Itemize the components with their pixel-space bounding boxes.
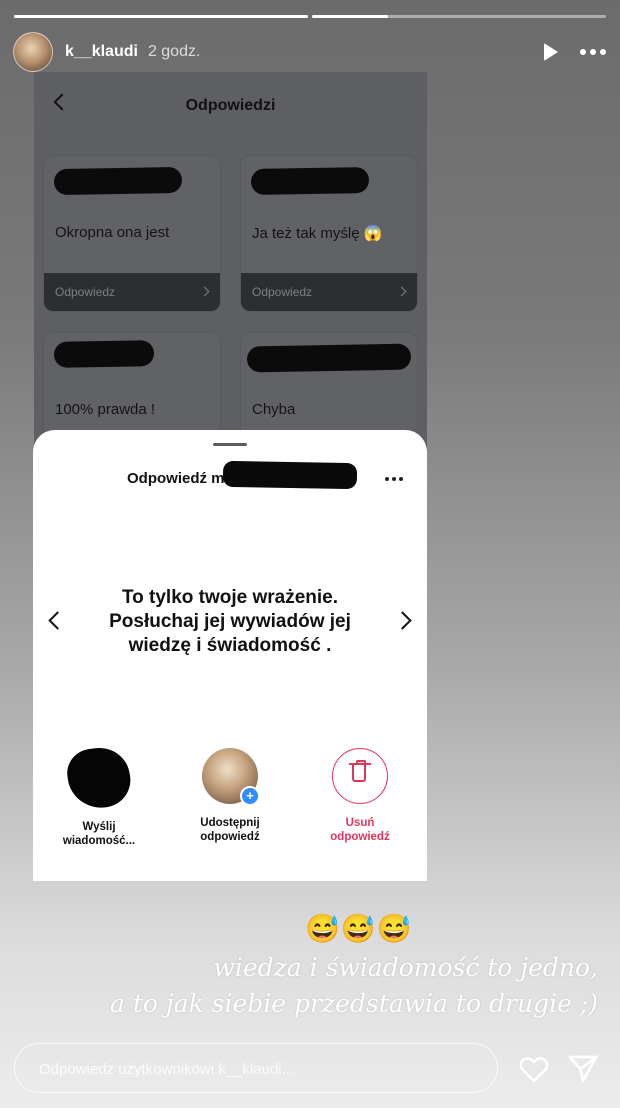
sheet-title: Odpowiedź m xyxy=(127,470,225,487)
story-progress-2 xyxy=(312,15,606,18)
story-time: 2 godz. xyxy=(147,43,201,60)
chevron-right-icon[interactable] xyxy=(393,611,412,630)
redaction-scribble xyxy=(53,340,155,368)
reply-text: Okropna ona jest xyxy=(55,224,170,241)
delete-reply-label-1: Usuń xyxy=(345,817,375,829)
reply-card: Ja też tak myślę 😱 Odpowiedz xyxy=(240,155,418,312)
share-reply-label-1: Udostępnij xyxy=(200,817,260,829)
sheet-grabber[interactable] xyxy=(213,443,247,446)
share-reply-button[interactable]: + Udostępnij odpowiedź xyxy=(170,748,290,844)
question-text: To tylko twoje wrażenie. Posłuchaj jej w… xyxy=(109,587,351,656)
reply-footer: Odpowiedz xyxy=(241,273,417,311)
send-message-button[interactable]: Wyślij wiadomość... xyxy=(39,743,159,848)
delete-reply-button[interactable]: Usuń odpowiedź xyxy=(300,748,420,844)
reply-card: Okropna ona jest Odpowiedz xyxy=(43,155,221,312)
trash-icon xyxy=(332,748,388,804)
more-icon[interactable] xyxy=(580,49,606,55)
redaction-scribble xyxy=(53,166,183,196)
story-caption: wiedza i świadomość to jedno, a to jak s… xyxy=(110,950,598,1022)
plus-icon: + xyxy=(240,786,260,806)
screenshot-replies: Odpowiedzi Okropna ona jest Odpowiedz Ja… xyxy=(34,72,427,464)
user-avatar[interactable] xyxy=(13,32,53,72)
user-avatar: + xyxy=(202,748,260,806)
reply-input[interactable] xyxy=(37,1044,471,1094)
chevron-left-icon[interactable] xyxy=(48,611,67,630)
play-icon[interactable] xyxy=(544,43,558,61)
heart-icon[interactable] xyxy=(519,1055,549,1083)
reply-sheet: Odpowiedź m To tylko twoje wrażenie. Pos… xyxy=(33,430,427,881)
redaction-scribble xyxy=(222,460,358,490)
reply-footer-label: Odpowiedz xyxy=(252,285,313,299)
caption-line-2: a to jak siebie przedstawia to drugie ;) xyxy=(110,989,598,1018)
reply-field[interactable] xyxy=(14,1043,498,1094)
redaction-scribble xyxy=(250,166,370,196)
reply-text: 100% prawda ! xyxy=(55,401,156,418)
chevron-right-icon xyxy=(199,286,210,297)
reply-text: Chyba xyxy=(252,401,296,418)
story-header: k__klaudi 2 godz. xyxy=(13,32,606,72)
send-message-label-1: Wyślij xyxy=(82,821,116,833)
reply-footer: Odpowiedz xyxy=(44,273,220,311)
more-icon[interactable] xyxy=(385,477,403,481)
send-message-label-2: wiadomość... xyxy=(62,835,136,847)
story-progress-1 xyxy=(14,15,308,18)
delete-reply-label-2: odpowiedź xyxy=(330,831,390,843)
send-icon[interactable] xyxy=(567,1054,599,1084)
caption-line-1: wiedza i świadomość to jedno, xyxy=(213,953,598,982)
chevron-right-icon xyxy=(396,286,407,297)
replies-title: Odpowiedzi xyxy=(185,97,276,114)
share-reply-label-2: odpowiedź xyxy=(200,831,260,843)
reply-text: Ja też tak myślę 😱 xyxy=(252,225,383,242)
reply-footer-label: Odpowiedz xyxy=(55,285,116,299)
redacted-avatar xyxy=(64,743,134,813)
username[interactable]: k__klaudi xyxy=(65,43,138,61)
caption-emojis: 😅😅😅 xyxy=(305,913,413,944)
redaction-scribble xyxy=(246,343,412,373)
